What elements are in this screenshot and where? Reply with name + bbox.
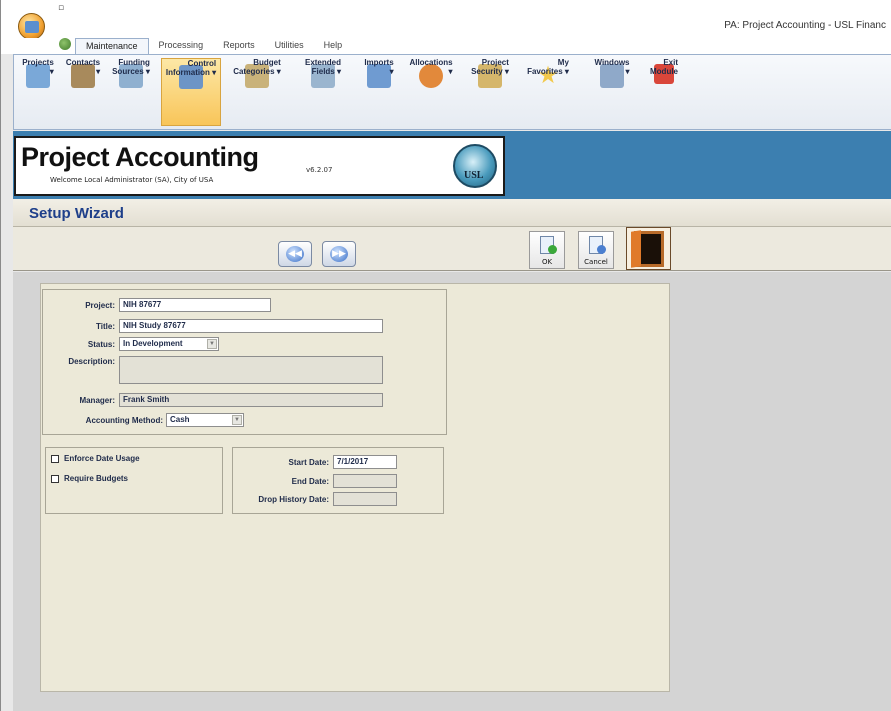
check-icon [548, 245, 557, 254]
accounting-method-value: Cash [170, 415, 190, 424]
ribbon-label: My Favorites ▾ [527, 58, 569, 76]
status-select[interactable]: In Development ▼ [119, 337, 219, 351]
ribbon-label: Extended Fields ▾ [304, 58, 341, 76]
start-date-field[interactable]: 7/1/2017 [333, 455, 397, 469]
app-version: v6.2.07 [306, 166, 333, 174]
page-title: Setup Wizard [29, 205, 124, 222]
ribbon-label: Control Information ▾ [165, 59, 217, 77]
ribbon-label: Projects ▾ [22, 58, 54, 76]
tab-help[interactable]: Help [314, 38, 353, 54]
ribbon-button-contacts[interactable]: Contacts ▾ [61, 58, 105, 126]
ribbon-label: Project Security ▾ [471, 58, 509, 76]
globe-icon [59, 38, 71, 50]
ribbon-label: Contacts ▾ [65, 58, 101, 76]
accounting-method-label: Accounting Method: [85, 416, 163, 425]
tab-utilities[interactable]: Utilities [265, 38, 314, 54]
ribbon: Projects ▾ Contacts ▾ Funding Sources ▾ … [13, 54, 891, 130]
ribbon-label: Budget Categories ▾ [233, 58, 281, 76]
wizard-header: Setup Wizard [13, 199, 891, 227]
end-date-field [333, 474, 397, 488]
title-bar: ▫ PA: Project Accounting - USL Financ [1, 0, 891, 40]
drop-history-date-label: Drop History Date: [258, 495, 329, 504]
start-date-label: Start Date: [288, 458, 329, 467]
title-label: Title: [96, 322, 115, 331]
rewind-icon: ◀◀ [286, 246, 304, 262]
description-field[interactable] [119, 356, 383, 384]
fast-forward-icon: ▶▶ [330, 246, 348, 262]
door-leaf-icon [631, 230, 641, 268]
ribbon-button-control-information[interactable]: Control Information ▾ [161, 58, 221, 126]
title-field[interactable]: NIH Study 87677 [119, 319, 383, 333]
company-logo-icon: USL [453, 144, 497, 188]
project-field[interactable]: NIH 87677 [119, 298, 271, 312]
ribbon-button-windows[interactable]: Windows ▾ [589, 58, 635, 126]
status-value: In Development [123, 339, 183, 348]
ribbon-label: Exit Module [650, 58, 678, 76]
checkbox-box[interactable] [51, 454, 59, 463]
ribbon-button-exit-module[interactable]: Exit Module [644, 58, 684, 126]
ribbon-button-budget-categories[interactable]: Budget Categories ▾ [227, 58, 287, 126]
ribbon-button-funding-sources[interactable]: Funding Sources ▾ [108, 58, 154, 126]
ribbon-button-projects[interactable]: Projects ▾ [18, 58, 58, 126]
chevron-down-icon[interactable]: ▼ [232, 415, 242, 425]
ribbon-label: Imports ▾ [364, 58, 394, 76]
logo-text: USL [464, 170, 484, 181]
end-date-label: End Date: [291, 477, 329, 486]
wizard-toolbar: ◀◀ ▶▶ OK Cancel [13, 227, 891, 271]
app-title: Project Accounting [21, 142, 259, 172]
ribbon-button-my-favorites[interactable]: ★ My Favorites ▾ [522, 58, 574, 126]
status-label: Status: [87, 340, 115, 349]
tab-maintenance[interactable]: Maintenance [75, 38, 149, 54]
ribbon-button-allocations[interactable]: Allocations ▾ [407, 58, 455, 126]
ribbon-tabs: Maintenance Processing Reports Utilities… [75, 38, 352, 54]
checkbox-box[interactable] [51, 474, 59, 483]
ribbon-label: Allocations ▾ [409, 58, 453, 76]
cancel-label: Cancel [584, 258, 608, 266]
welcome-message: Welcome Local Administrator (SA), City o… [50, 176, 214, 184]
cancel-button[interactable]: Cancel [578, 231, 614, 269]
tab-reports[interactable]: Reports [213, 38, 265, 54]
next-button[interactable]: ▶▶ [322, 241, 356, 267]
drop-history-date-field [333, 492, 397, 506]
project-label: Project: [85, 301, 115, 310]
ok-button[interactable]: OK [529, 231, 565, 269]
enforce-date-usage-checkbox[interactable]: Enforce Date Usage [51, 454, 140, 463]
ribbon-button-extended-fields[interactable]: Extended Fields ▾ [299, 58, 347, 126]
application-window: ▫ PA: Project Accounting - USL Financ Ma… [0, 0, 891, 711]
window-title: PA: Project Accounting - USL Financ [724, 20, 886, 31]
manager-field: Frank Smith [119, 393, 383, 407]
exit-door-button[interactable] [626, 227, 671, 270]
require-budgets-label: Require Budgets [64, 474, 129, 483]
manager-label: Manager: [79, 396, 115, 405]
ribbon-button-imports[interactable]: Imports ▾ [359, 58, 399, 126]
require-budgets-checkbox[interactable]: Require Budgets [51, 474, 128, 483]
accounting-method-select[interactable]: Cash ▼ [166, 413, 244, 427]
previous-button[interactable]: ◀◀ [278, 241, 312, 267]
enforce-date-usage-label: Enforce Date Usage [64, 454, 140, 463]
ribbon-button-project-security[interactable]: Project Security ▾ [465, 58, 515, 126]
ok-label: OK [541, 258, 553, 266]
tab-processing[interactable]: Processing [149, 38, 214, 54]
brand-banner: Project Accounting v6.2.07 Welcome Local… [14, 136, 505, 196]
quick-access-toolbar[interactable]: ▫ [58, 3, 64, 13]
undo-icon [597, 245, 606, 254]
application-orb-icon[interactable] [18, 13, 45, 40]
chevron-down-icon[interactable]: ▼ [207, 339, 217, 349]
ribbon-label: Funding Sources ▾ [112, 58, 150, 76]
description-label: Description: [68, 357, 115, 366]
ribbon-label: Windows ▾ [594, 58, 630, 76]
